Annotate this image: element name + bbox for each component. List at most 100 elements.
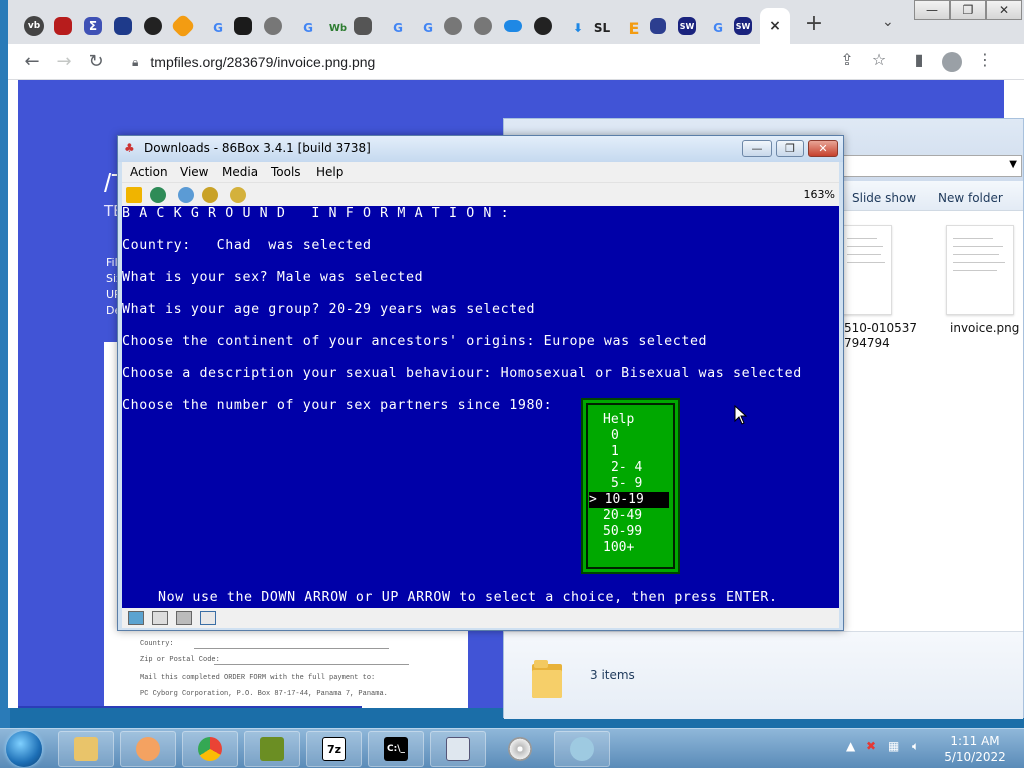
item-count: 3 items <box>590 668 635 682</box>
menu-action[interactable]: Action <box>130 165 168 179</box>
vm-display[interactable]: B A C K G R O U N D I N F O R M A T I O … <box>122 206 839 608</box>
close-button[interactable]: ✕ <box>986 0 1022 20</box>
tab-favicon[interactable] <box>264 17 282 35</box>
screen-line: What is your sex? Male was selected <box>122 270 424 285</box>
network-warning-icon[interactable]: ✖ <box>866 739 876 753</box>
tab-favicon[interactable] <box>234 17 252 35</box>
file-thumbnail[interactable] <box>946 225 1014 315</box>
menu-media[interactable]: Media <box>222 165 258 179</box>
tab-favicon[interactable]: E <box>620 14 648 42</box>
settings-icon[interactable] <box>230 187 246 203</box>
menu-option[interactable]: Help <box>603 412 687 428</box>
tab-favicon[interactable]: SW <box>734 17 752 35</box>
invoice-text: PC Cyborg Corporation, P.O. Box 87-17-44… <box>140 690 388 698</box>
tab-favicon[interactable] <box>474 17 492 35</box>
address-bar[interactable]: 🔒︎ tmpfiles.org/283679/invoice.png.png <box>120 48 890 76</box>
tab-favicon[interactable]: G <box>414 14 442 42</box>
maximize-button[interactable]: ❐ <box>950 0 986 20</box>
menu-option[interactable]: 100+ <box>603 540 687 556</box>
tab-favicon[interactable]: Wb <box>324 14 352 42</box>
tab-search-icon[interactable]: ⌄ <box>882 14 894 30</box>
close-button[interactable]: ✕ <box>808 140 838 157</box>
tab-favicon[interactable] <box>54 17 72 35</box>
tab-favicon[interactable]: Σ <box>84 17 102 35</box>
menu-help[interactable]: Help <box>316 165 343 179</box>
file-name[interactable]: 510-010537 <box>844 321 917 335</box>
tab-favicon[interactable]: G <box>704 14 732 42</box>
reload-icon[interactable]: ↻ <box>84 50 108 74</box>
slide-show-button[interactable]: Slide show <box>852 191 916 205</box>
floppy-icon[interactable] <box>152 611 168 625</box>
menu-option[interactable]: 50-99 <box>603 524 687 540</box>
status-bar <box>122 608 839 628</box>
profile-avatar[interactable] <box>942 52 962 72</box>
tab-favicon[interactable]: SW <box>678 17 696 35</box>
hdd-icon[interactable] <box>176 611 192 625</box>
tab-favicon[interactable]: G <box>204 14 232 42</box>
reset-icon[interactable] <box>150 187 166 203</box>
file-name[interactable]: invoice.png <box>950 321 1019 335</box>
menu-kebab-icon[interactable]: ⋮ <box>974 50 996 69</box>
minimize-button[interactable]: — <box>914 0 950 20</box>
tab-favicon[interactable] <box>114 17 132 35</box>
tab-favicon[interactable]: G <box>384 14 412 42</box>
taskbar-disc[interactable] <box>492 731 548 767</box>
tab-close-icon[interactable]: × <box>769 18 781 34</box>
address-field[interactable]: ▼ <box>842 155 1022 177</box>
file-thumbnail[interactable] <box>840 225 892 315</box>
clock[interactable]: 1:11 AM 5/10/2022 <box>940 733 1010 765</box>
floppy-icon[interactable] <box>128 611 144 625</box>
network-icon[interactable]: ▦ <box>888 739 899 753</box>
tab-favicon[interactable] <box>170 13 196 39</box>
taskbar-paint[interactable] <box>554 731 610 767</box>
taskbar-chrome[interactable] <box>182 731 238 767</box>
ctrl-alt-esc-icon[interactable] <box>202 187 218 203</box>
tab-active[interactable]: × <box>760 8 790 44</box>
bookmark-star-icon[interactable]: ☆ <box>868 50 890 69</box>
menu-option-selected[interactable]: > 10-19 <box>589 492 669 508</box>
forward-icon[interactable]: → <box>52 50 76 74</box>
tab-favicon[interactable]: G <box>294 14 322 42</box>
tab-favicon[interactable]: vb <box>24 16 44 36</box>
menu-option[interactable]: 2- 4 <box>611 460 695 476</box>
maximize-button[interactable]: ❐ <box>776 140 804 157</box>
folder-icon <box>74 737 98 761</box>
clock-date: 5/10/2022 <box>944 750 1006 764</box>
menu-option[interactable]: 0 <box>611 428 695 444</box>
divider <box>194 648 389 649</box>
taskbar-notepad[interactable] <box>430 731 486 767</box>
pause-icon[interactable] <box>126 187 142 203</box>
volume-icon[interactable]: 🔈︎ <box>912 739 919 754</box>
vm-titlebar[interactable]: ♣ Downloads - 86Box 3.4.1 [build 3738] —… <box>118 136 843 162</box>
minimize-button[interactable]: — <box>742 140 772 157</box>
back-icon[interactable]: ← <box>20 50 44 74</box>
taskbar-media-player[interactable] <box>120 731 176 767</box>
browser-toolbar: ← → ↻ 🔒︎ tmpfiles.org/283679/invoice.png… <box>8 44 1024 80</box>
menu-option[interactable]: 20-49 <box>603 508 687 524</box>
new-tab-button[interactable]: + <box>802 12 826 36</box>
file-name[interactable]: 794794 <box>844 336 890 350</box>
menu-view[interactable]: View <box>180 165 208 179</box>
sound-icon[interactable] <box>200 611 216 625</box>
start-button[interactable] <box>6 731 42 767</box>
taskbar-86box[interactable] <box>244 731 300 767</box>
tab-favicon[interactable]: SL <box>588 14 616 42</box>
tab-favicon[interactable] <box>144 17 162 35</box>
side-panel-icon[interactable]: ▮ <box>908 50 930 69</box>
chevron-down-icon[interactable]: ▼ <box>1009 159 1017 170</box>
taskbar-cmd[interactable]: C:\_ <box>368 731 424 767</box>
new-folder-button[interactable]: New folder <box>938 191 1003 205</box>
menu-option[interactable]: 5- 9 <box>611 476 695 492</box>
tray-expand-icon[interactable]: ▲ <box>846 739 855 753</box>
tab-favicon[interactable] <box>650 18 666 34</box>
menu-option[interactable]: 1 <box>611 444 695 460</box>
ctrl-alt-del-icon[interactable] <box>178 187 194 203</box>
tab-favicon[interactable] <box>444 17 462 35</box>
menu-tools[interactable]: Tools <box>271 165 301 179</box>
share-icon[interactable]: ⇪ <box>836 50 858 69</box>
tab-favicon[interactable] <box>354 17 372 35</box>
tab-favicon[interactable] <box>534 17 552 35</box>
taskbar-explorer[interactable] <box>58 731 114 767</box>
taskbar-7zip[interactable]: 7z <box>306 731 362 767</box>
tab-favicon[interactable] <box>504 20 522 32</box>
